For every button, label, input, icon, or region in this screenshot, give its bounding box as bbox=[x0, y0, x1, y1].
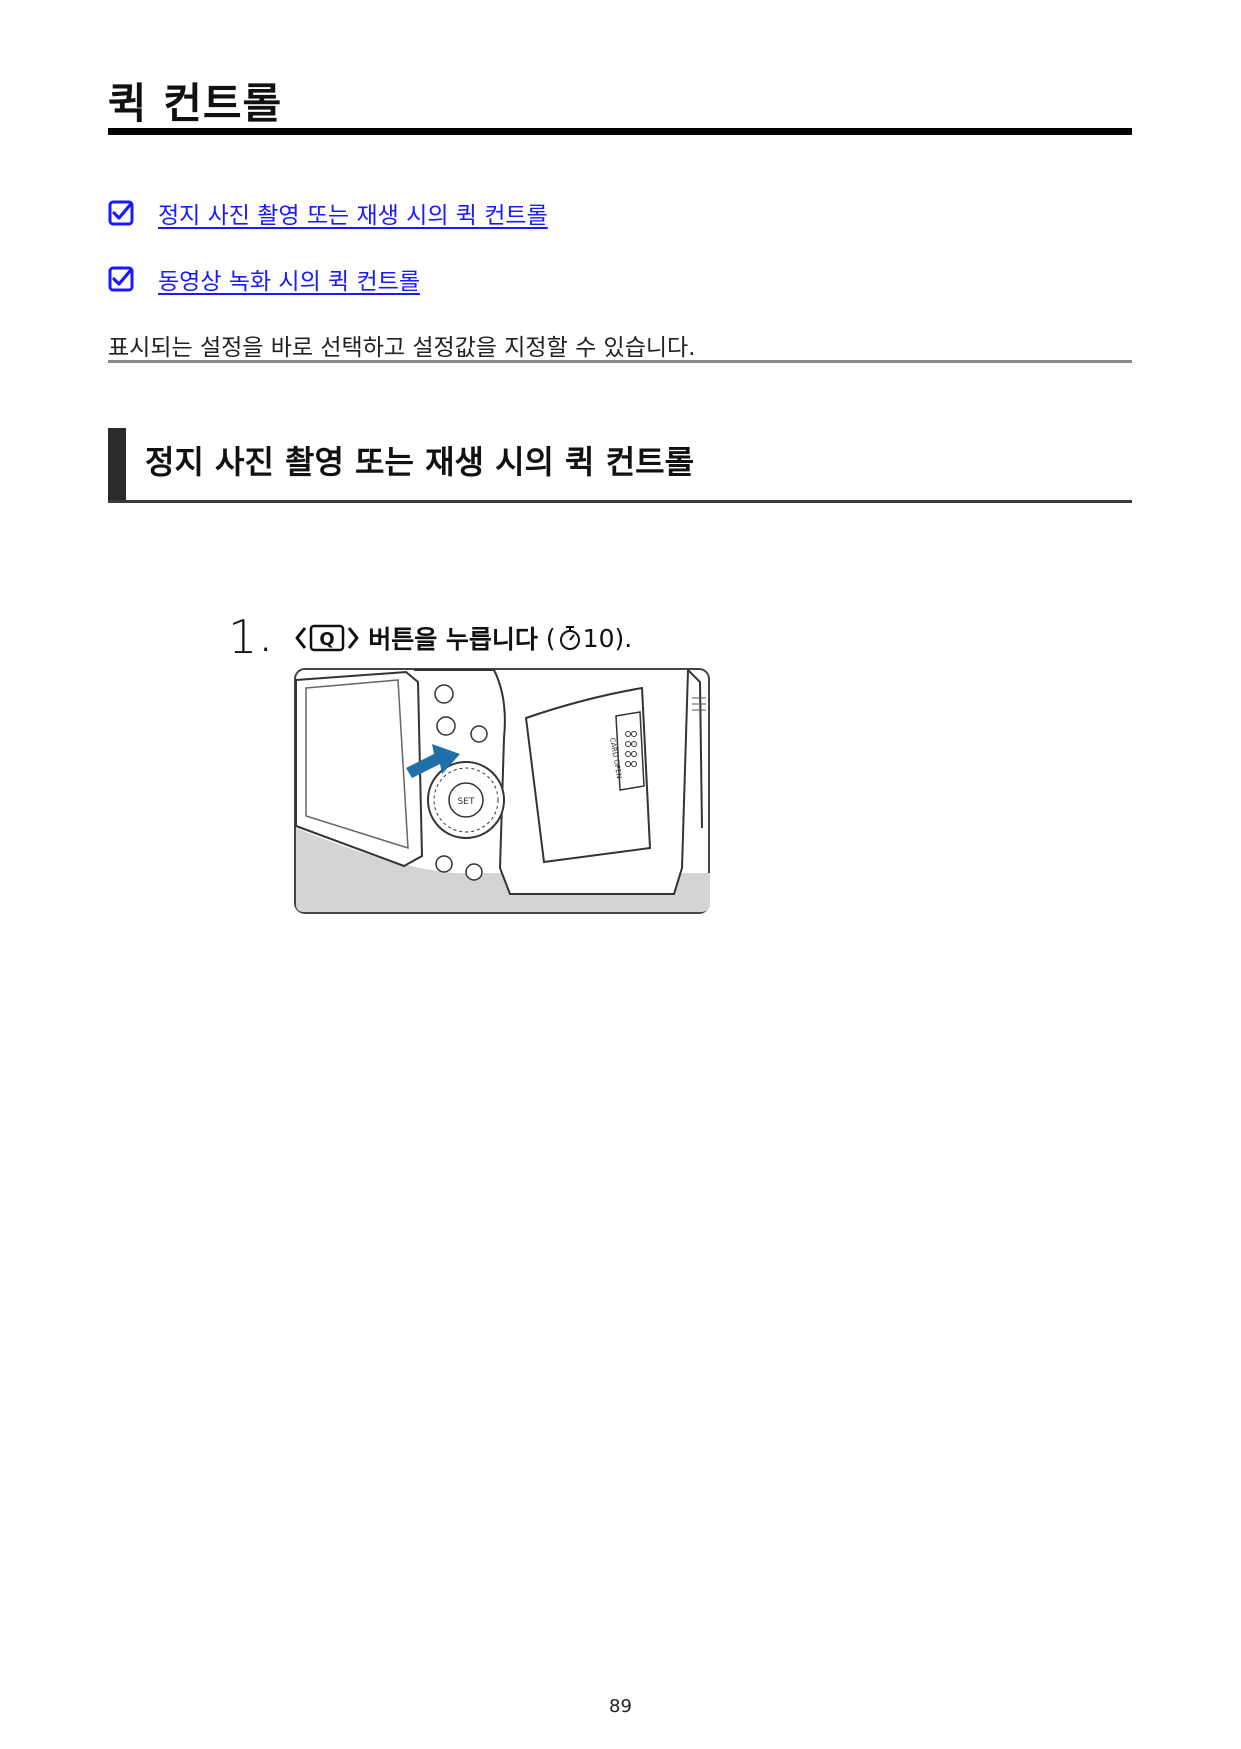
toc-item-movie[interactable]: 동영상 녹화 시의 퀵 컨트롤 bbox=[108, 262, 548, 296]
play-button bbox=[435, 855, 453, 873]
q-button-icon: Q bbox=[295, 624, 359, 652]
step-1: 1 . Q 버튼을 누릅니다 ( 10 ). bbox=[228, 606, 632, 662]
toc-link-movie[interactable]: 동영상 녹화 시의 퀵 컨트롤 bbox=[158, 262, 420, 296]
title-divider bbox=[108, 128, 1132, 135]
delete-button bbox=[465, 863, 483, 881]
timer-icon bbox=[559, 626, 580, 650]
info-button bbox=[436, 716, 456, 736]
q-button bbox=[470, 725, 488, 743]
checkbox-link-icon bbox=[108, 266, 134, 292]
step-text: 버튼을 누릅니다 bbox=[368, 625, 538, 654]
step-number: 1 bbox=[228, 610, 258, 664]
table-of-contents: 정지 사진 촬영 또는 재생 시의 퀵 컨트롤 동영상 녹화 시의 퀵 컨트롤 bbox=[108, 196, 548, 328]
ref-close: ). bbox=[614, 623, 633, 653]
intro-divider bbox=[108, 360, 1132, 363]
toc-link-still-photo[interactable]: 정지 사진 촬영 또는 재생 시의 퀵 컨트롤 bbox=[158, 196, 548, 230]
checkbox-link-icon bbox=[108, 200, 134, 226]
zoom-button bbox=[434, 684, 454, 704]
q-button-letter: Q bbox=[320, 629, 335, 650]
step-instruction: Q 버튼을 누릅니다 ( 10 ). bbox=[294, 620, 632, 662]
camera-back-illustration: CARD OPEN SET bbox=[294, 668, 710, 914]
ref-open: ( bbox=[545, 623, 556, 653]
page-number: 89 bbox=[609, 1696, 632, 1717]
section-title: 정지 사진 촬영 또는 재생 시의 퀵 컨트롤 bbox=[145, 443, 695, 481]
toc-item-still-photo[interactable]: 정지 사진 촬영 또는 재생 시의 퀵 컨트롤 bbox=[108, 196, 548, 230]
intro-text: 표시되는 설정을 바로 선택하고 설정값을 지정할 수 있습니다. bbox=[108, 335, 696, 361]
page-reference[interactable]: ( 10 ). bbox=[546, 624, 632, 653]
section-marker bbox=[108, 428, 126, 502]
section-divider bbox=[108, 500, 1132, 503]
page-title: 퀵 컨트롤 bbox=[108, 79, 283, 128]
set-label: SET bbox=[458, 797, 475, 807]
ref-page: 10 bbox=[582, 623, 615, 653]
step-dot: . bbox=[261, 625, 271, 658]
